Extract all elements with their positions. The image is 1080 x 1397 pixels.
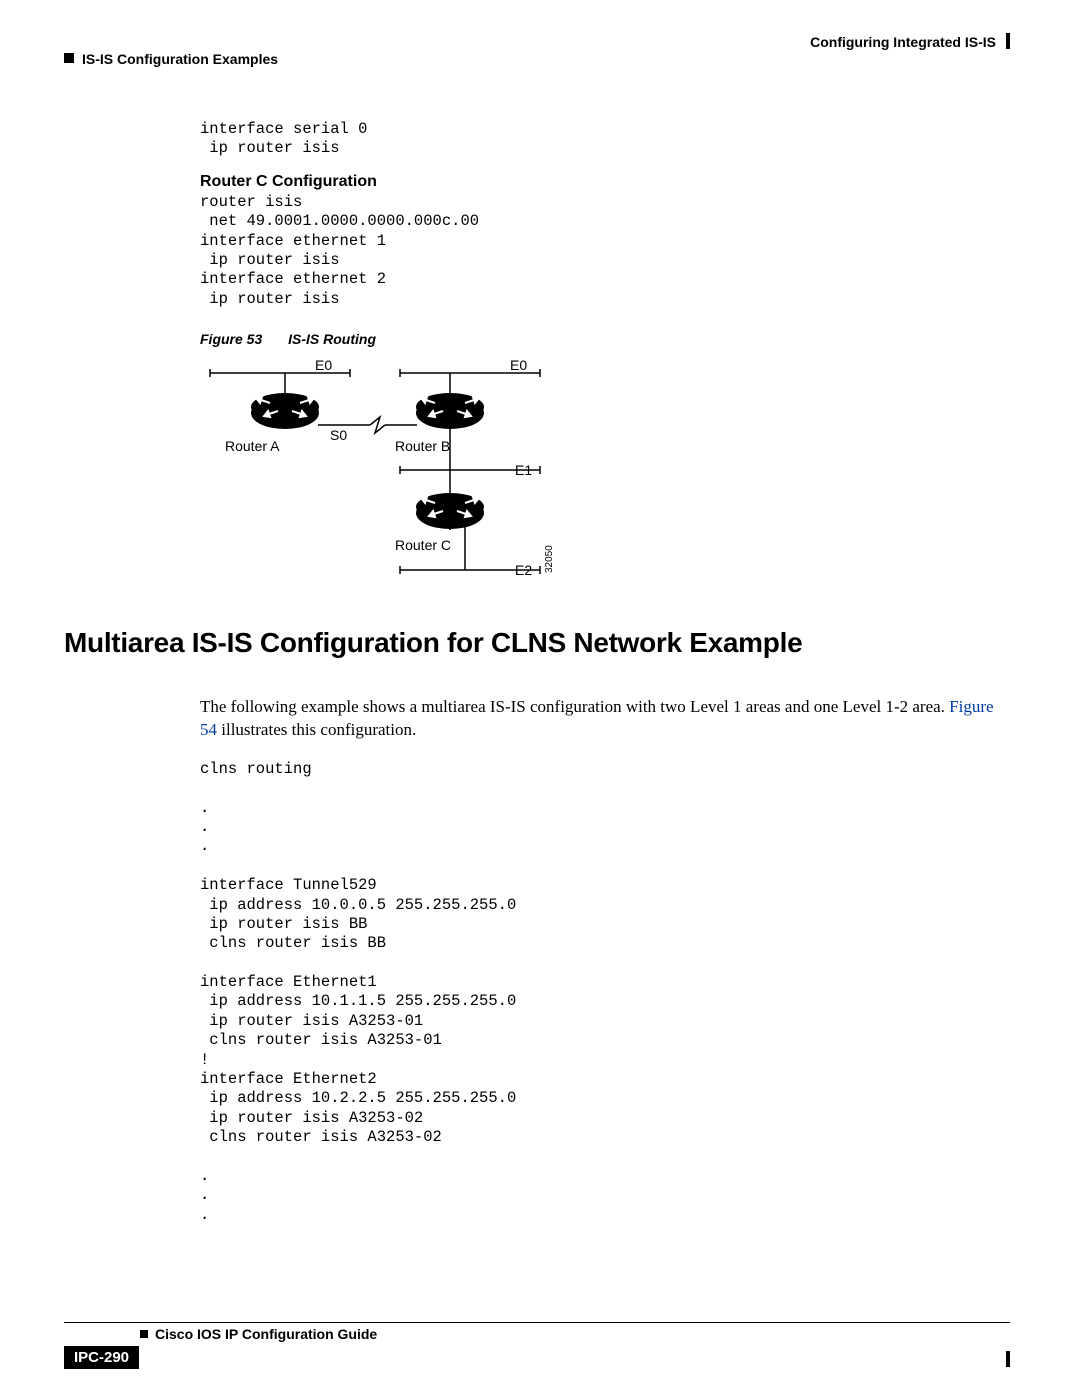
figure-caption: Figure 53 IS-IS Routing bbox=[200, 331, 980, 347]
label-e0-a: E0 bbox=[315, 357, 332, 373]
router-c-heading: Router C Configuration bbox=[200, 173, 980, 191]
label-s0: S0 bbox=[330, 427, 347, 443]
footer-rule bbox=[64, 1322, 1010, 1323]
label-router-b: Router B bbox=[395, 438, 450, 454]
para-text-pre: The following example shows a multiarea … bbox=[200, 697, 949, 716]
label-e1: E1 bbox=[515, 462, 532, 478]
footer-right-divider bbox=[1006, 1351, 1010, 1367]
page-number: IPC-290 bbox=[64, 1346, 139, 1369]
label-e2: E2 bbox=[515, 562, 532, 578]
section-heading: Multiarea IS-IS Configuration for CLNS N… bbox=[64, 627, 802, 659]
figure-number: Figure 53 bbox=[200, 331, 262, 347]
para-text-post: illustrates this configuration. bbox=[217, 720, 416, 739]
figure-id: 32050 bbox=[544, 545, 555, 573]
figure-isis-routing: E0 E0 bbox=[200, 355, 600, 595]
label-e0-b: E0 bbox=[510, 357, 527, 373]
header-left-bullet bbox=[64, 53, 74, 63]
label-router-a: Router A bbox=[225, 438, 280, 454]
figure-title: IS-IS Routing bbox=[288, 331, 376, 347]
header-chapter-title: Configuring Integrated IS-IS bbox=[810, 34, 996, 50]
router-a-icon bbox=[251, 393, 319, 429]
router-b-icon bbox=[416, 393, 484, 429]
code-block-serial0: interface serial 0 ip router isis bbox=[200, 120, 980, 159]
code-block-router-c: router isis net 49.0001.0000.0000.000c.0… bbox=[200, 193, 980, 309]
router-c-icon bbox=[416, 493, 484, 529]
section-paragraph: The following example shows a multiarea … bbox=[200, 696, 1000, 742]
footer-guide-title: Cisco IOS IP Configuration Guide bbox=[155, 1326, 377, 1342]
header-right-divider bbox=[1006, 33, 1010, 49]
label-router-c: Router C bbox=[395, 537, 451, 553]
footer-bullet bbox=[140, 1330, 148, 1338]
header-section-title: IS-IS Configuration Examples bbox=[82, 51, 278, 67]
code-block-multiarea: clns routing . . . interface Tunnel529 i… bbox=[200, 760, 1000, 1225]
